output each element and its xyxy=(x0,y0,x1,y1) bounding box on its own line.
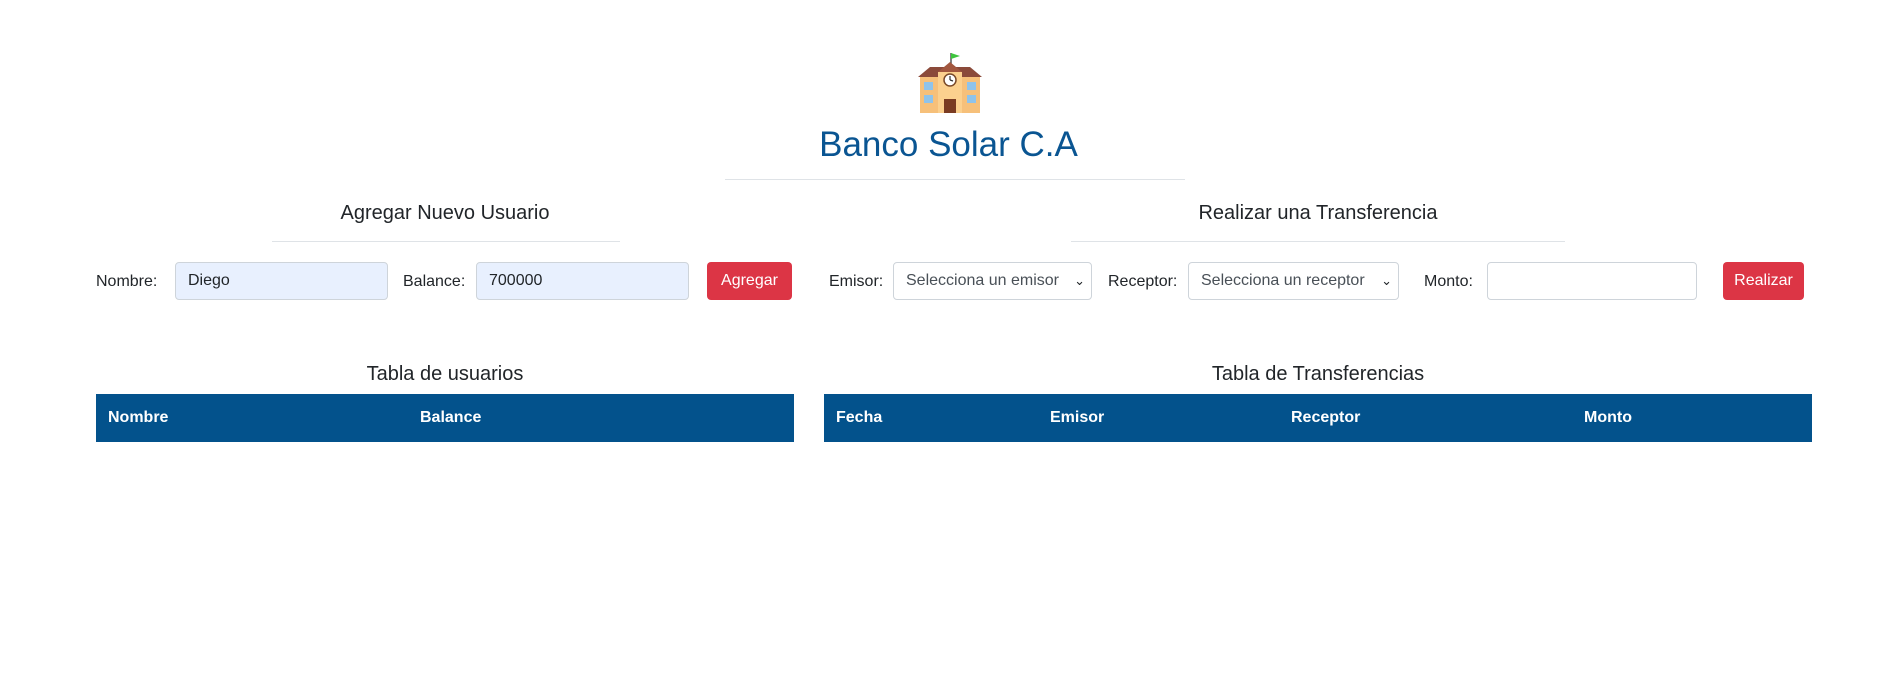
add-user-title: Agregar Nuevo Usuario xyxy=(340,202,550,224)
column-header-emisor: Emisor xyxy=(1050,409,1105,426)
monto-input[interactable] xyxy=(1487,262,1697,300)
transfers-table-header: Fecha Emisor Receptor Monto xyxy=(824,394,1812,442)
divider xyxy=(272,241,620,242)
balance-label: Balance: xyxy=(403,273,466,290)
add-user-button[interactable]: Agregar xyxy=(707,262,792,300)
nombre-label: Nombre: xyxy=(96,273,158,290)
receptor-select[interactable]: Selecciona un receptor ⌄ xyxy=(1188,262,1399,300)
column-header-receptor: Receptor xyxy=(1291,409,1361,426)
column-header-balance: Balance xyxy=(420,409,482,426)
balance-input[interactable] xyxy=(476,262,689,300)
receptor-selected-value: Selecciona un receptor xyxy=(1201,272,1365,289)
transfer-title: Realizar una Transferencia xyxy=(1198,202,1438,224)
chevron-down-icon: ⌄ xyxy=(1074,273,1085,288)
users-table-header: Nombre Balance xyxy=(96,394,794,442)
column-header-monto: Monto xyxy=(1584,409,1632,426)
column-header-fecha: Fecha xyxy=(836,409,883,426)
column-header-nombre: Nombre xyxy=(108,409,169,426)
users-table-title: Tabla de usuarios xyxy=(366,363,524,385)
divider xyxy=(725,179,1185,180)
emisor-label: Emisor: xyxy=(829,273,884,290)
emisor-select[interactable]: Selecciona un emisor ⌄ xyxy=(893,262,1092,300)
make-transfer-button[interactable]: Realizar xyxy=(1723,262,1804,300)
page-title: Banco Solar C.A xyxy=(819,125,1078,164)
monto-label: Monto: xyxy=(1424,273,1473,290)
transfers-table-title: Tabla de Transferencias xyxy=(1211,363,1425,385)
divider xyxy=(1071,241,1565,242)
school-building-icon xyxy=(918,53,982,113)
receptor-label: Receptor: xyxy=(1108,273,1178,290)
emisor-selected-value: Selecciona un emisor xyxy=(906,272,1059,289)
chevron-down-icon: ⌄ xyxy=(1381,273,1392,288)
nombre-input[interactable] xyxy=(175,262,388,300)
